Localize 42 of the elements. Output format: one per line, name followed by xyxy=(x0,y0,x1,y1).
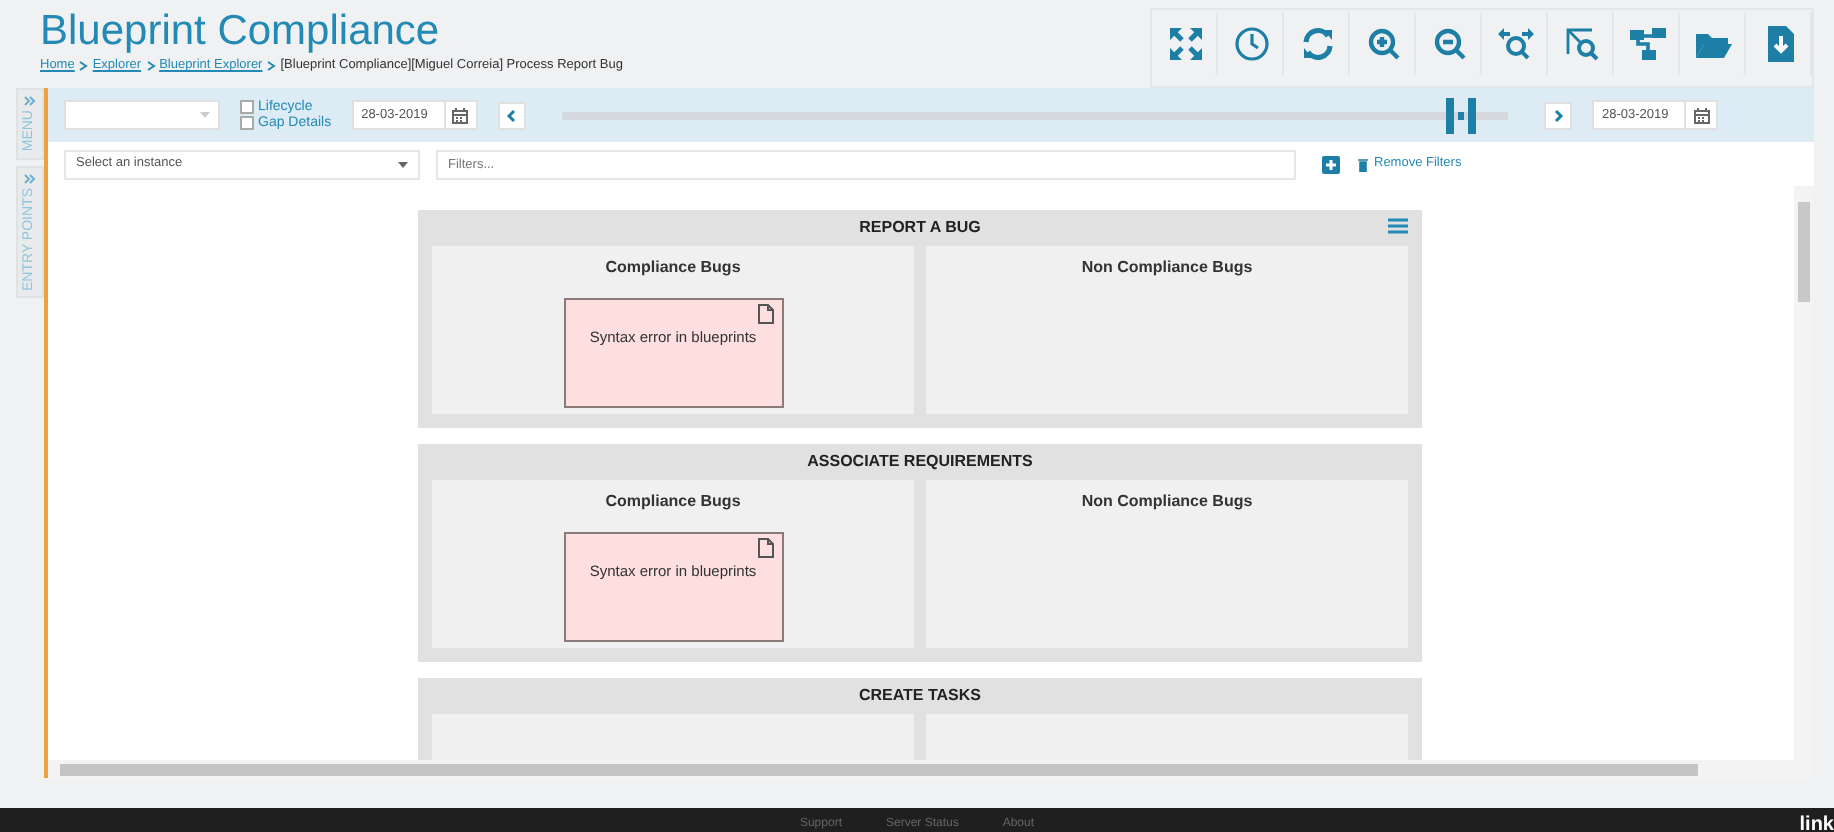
chevron-icon xyxy=(78,59,89,72)
chevron-icon xyxy=(145,59,156,72)
logo-text: link xyxy=(1799,811,1834,832)
page-title: Blueprint Compliance xyxy=(40,8,442,56)
plus-icon xyxy=(1322,155,1340,173)
column-title: Non Compliance Bugs xyxy=(1081,490,1253,514)
chevron-left-icon xyxy=(506,109,517,121)
timeline-handle[interactable] xyxy=(1444,97,1479,133)
zoom-fit-icon xyxy=(1495,24,1535,64)
add-filter-button[interactable] xyxy=(1320,153,1342,175)
chevron-icon xyxy=(24,173,36,184)
column-title: Non Compliance Bugs xyxy=(1081,256,1253,280)
column-title: Compliance Bugs xyxy=(605,490,741,514)
lane-title: REPORT A BUG xyxy=(859,218,981,236)
trash-icon xyxy=(1358,157,1368,171)
caret-icon xyxy=(398,161,408,167)
calendar-icon xyxy=(1693,107,1709,123)
caret-icon xyxy=(200,112,210,118)
expand-icon xyxy=(1165,24,1205,64)
column-title: Compliance Bugs xyxy=(605,256,741,280)
calendar-icon xyxy=(452,107,469,123)
refresh-icon xyxy=(1297,24,1337,64)
document-icon xyxy=(757,304,773,324)
next-button[interactable] xyxy=(1544,101,1572,129)
chevron-icon xyxy=(24,96,36,106)
zoom-area-icon xyxy=(1561,24,1601,64)
clock-icon xyxy=(1231,24,1271,64)
zoom-in-icon xyxy=(1363,24,1403,64)
calendar-button[interactable] xyxy=(1684,102,1716,128)
checkbox[interactable] xyxy=(240,100,254,114)
document-icon xyxy=(757,538,773,558)
select-field[interactable] xyxy=(64,100,220,130)
zoom-out-icon xyxy=(1429,24,1469,64)
checkbox[interactable] xyxy=(240,116,254,130)
chevron-right-icon xyxy=(1553,109,1563,121)
hierarchy-icon xyxy=(1627,24,1667,64)
horizontal-scrollbar[interactable] xyxy=(48,760,1814,778)
previous-button[interactable] xyxy=(497,101,526,129)
lane-title: CREATE TASKS xyxy=(858,686,982,704)
menu-icon[interactable] xyxy=(1388,218,1408,234)
lane-title: ASSOCIATE REQUIREMENTS xyxy=(807,452,1033,470)
chevron-icon xyxy=(266,59,277,72)
